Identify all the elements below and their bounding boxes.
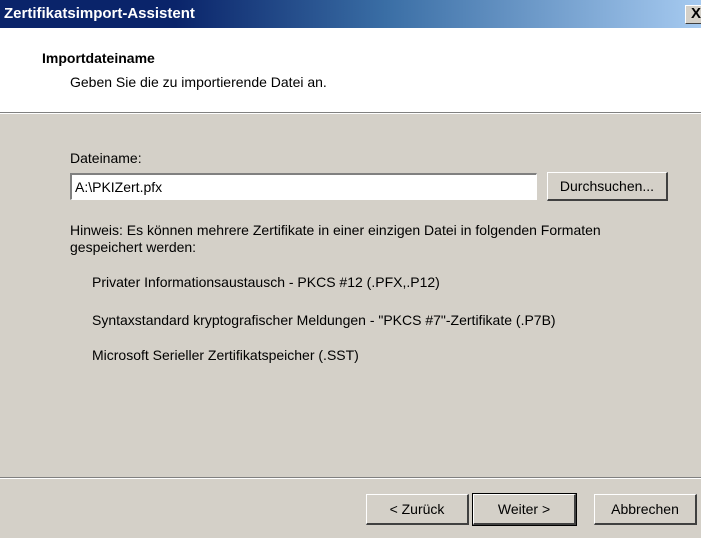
filename-label: Dateiname:: [70, 150, 142, 166]
browse-button[interactable]: Durchsuchen...: [547, 172, 668, 201]
close-icon: X: [691, 5, 701, 22]
window-title: Zertifikatsimport-Assistent: [4, 5, 195, 22]
back-button[interactable]: < Zurück: [366, 494, 469, 525]
cancel-button[interactable]: Abbrechen: [594, 494, 697, 525]
filename-input[interactable]: [70, 173, 537, 200]
next-button[interactable]: Weiter >: [472, 493, 577, 526]
format-item-sst: Microsoft Serieller Zertifikatspeicher (…: [92, 347, 359, 363]
hint-text: Hinweis: Es können mehrere Zertifikate i…: [70, 222, 601, 255]
footer-separator: [0, 477, 701, 479]
header-separator: [0, 112, 701, 114]
page-title: Importdateiname: [42, 50, 155, 66]
close-button[interactable]: X: [685, 5, 701, 24]
format-item-pkcs12: Privater Informationsaustausch - PKCS #1…: [92, 274, 440, 290]
page-subtitle: Geben Sie die zu importierende Datei an.: [70, 74, 327, 90]
wizard-window: Zertifikatsimport-Assistent X Importdate…: [0, 0, 701, 538]
title-bar[interactable]: Zertifikatsimport-Assistent X: [0, 0, 701, 28]
format-item-pkcs7: Syntaxstandard kryptografischer Meldunge…: [92, 312, 556, 328]
wizard-header: Importdateiname Geben Sie die zu importi…: [0, 28, 701, 112]
